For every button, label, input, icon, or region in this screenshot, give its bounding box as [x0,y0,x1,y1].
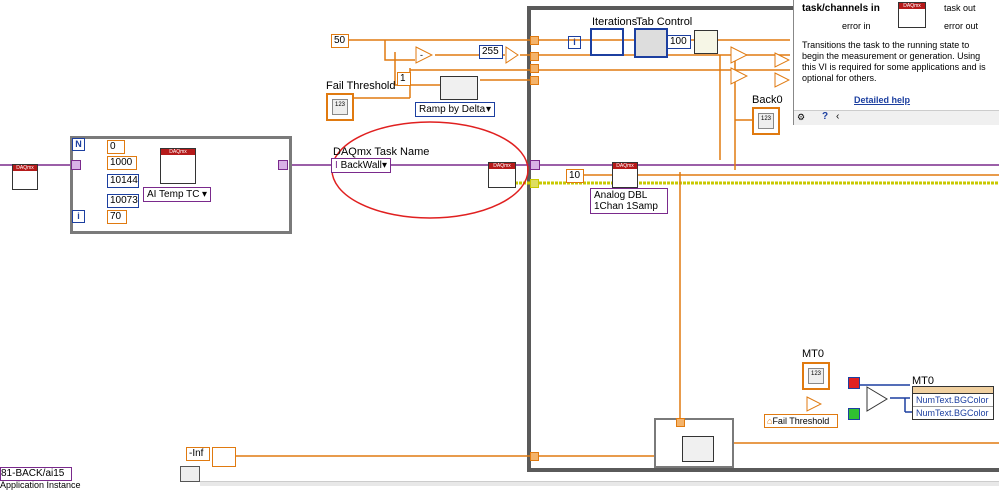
constant-1000[interactable]: 1000 [107,156,137,170]
daqmx-create-channel-vi[interactable]: DAQmx [160,148,196,184]
chevron-down-icon: ▾ [201,189,207,200]
help-toolbar: ⚙ ? ‹ [794,110,999,125]
iterations-label: Iterations [592,16,638,28]
multiply-node-right-1[interactable] [774,52,790,68]
ramp-by-delta-label: Ramp by Delta [419,104,486,115]
daqmx-vi-header: DAQmx [161,149,195,155]
ramp-by-delta-ring[interactable]: Ramp by Delta ▾ [415,102,495,117]
task-icon: I [335,160,338,171]
help-error-in: error in [842,21,871,31]
color-box-green[interactable] [848,408,860,420]
fail-threshold-label: Fail Threshold [326,80,396,92]
analog-dbl-line2: 1Chan 1Samp [594,201,658,212]
back0-label: Back0 [752,94,783,106]
for-loop-count-terminal[interactable]: N [72,138,85,151]
scroll-left-icon[interactable]: ‹ [836,111,839,122]
tunnel-3[interactable] [530,64,539,73]
help-terminal-title: task/channels in [802,3,880,14]
property-bgcolor-1[interactable]: NumText.BGColor [913,394,993,407]
tab-control-label: Tab Control [636,16,693,28]
horizontal-scrollbar[interactable] [200,481,999,486]
chevron-down-icon: ▾ [485,104,491,115]
select-node[interactable] [866,386,888,412]
backwall-task-constant[interactable]: I BackWall ▾ [331,158,391,173]
constant-10144[interactable]: 10144 [107,174,139,188]
constant-1[interactable]: 1 [397,72,411,86]
numeric-icon: 123 [758,113,774,129]
analog-dbl-line1: Analog DBL [594,190,648,201]
constant-10[interactable]: 10 [566,169,584,183]
constant-neg-inf[interactable]: -Inf [186,447,210,461]
subtract-node-right-2[interactable] [730,67,748,85]
build-array-node[interactable] [212,447,236,467]
tunnel-2[interactable] [530,52,539,61]
tab-control-terminal[interactable] [634,28,668,58]
iterations-indicator[interactable] [590,28,624,56]
shift-register-error[interactable] [530,179,539,188]
mt0-label-a: MT0 [802,348,824,360]
daqmx-start-task-vi[interactable]: DAQmx [488,162,516,188]
tunnel-bottom[interactable] [530,452,539,461]
constant-70[interactable]: 70 [107,210,127,224]
lock-icon[interactable]: ⚙ [797,112,805,123]
context-help-window[interactable]: task/channels in task out error in error… [793,0,999,125]
shift-register-right[interactable] [278,160,288,170]
color-box-red[interactable] [848,377,860,389]
daqmx-vi-header-start: DAQmx [489,163,515,169]
daqmx-task-vi-left[interactable]: DAQmx [12,164,38,190]
help-task-out: task out [944,3,976,13]
constant-0[interactable]: 0 [107,140,125,154]
backwall-label: BackWall [340,160,382,171]
daqmx-vi-header-help: DAQmx [899,3,925,9]
detailed-help-link[interactable]: Detailed help [854,95,910,105]
fail-threshold-local[interactable]: ⌂Fail Threshold [764,414,838,428]
mt0-indicator[interactable]: 123 [802,362,830,390]
daqmx-vi-header-read: DAQmx [613,163,637,169]
case-tunnel[interactable] [676,418,685,427]
chevron-down-icon: ▾ [381,160,387,171]
daqmx-vi-header-left: DAQmx [13,165,37,171]
wait-ms-vi[interactable] [694,30,718,54]
help-icon[interactable]: ? [822,111,828,122]
subtract-node-right-1[interactable] [730,46,748,64]
array-constant[interactable] [180,466,200,482]
multiply-node-top[interactable] [505,46,519,64]
iteration-terminal[interactable]: i [568,36,581,49]
numeric-icon: 123 [808,368,824,384]
constant-50[interactable]: 50 [331,34,349,48]
daqmx-read-vi[interactable]: DAQmx [612,162,638,188]
greater-node[interactable] [806,396,822,412]
for-loop-iteration-terminal[interactable]: i [72,210,85,223]
ai-temp-tc-ring[interactable]: AI Temp TC ▾ [143,187,211,202]
subtract-node[interactable]: - [415,46,433,64]
help-vi-icon: DAQmx [898,2,926,28]
shift-register-left[interactable] [71,160,81,170]
help-error-out: error out [944,21,979,31]
help-description: Transitions the task to the running stat… [802,40,986,83]
tunnel-4[interactable] [530,76,539,85]
tunnel-1[interactable] [530,36,539,45]
analog-dbl-ring[interactable]: Analog DBL 1Chan 1Samp [590,188,668,214]
numeric-icon: 123 [332,99,348,115]
channel-ref-constant[interactable]: 81-BACK/ai15 [0,467,72,481]
constant-100[interactable]: 100 [667,35,691,49]
app-instance-label: Application Instance [0,480,81,490]
constant-255[interactable]: 255 [479,45,503,59]
constant-10073[interactable]: 10073 [107,194,139,208]
ai-temp-tc-label: AI Temp TC [147,189,200,200]
ramp-vi[interactable] [440,76,478,100]
property-node[interactable]: NumText.BGColor NumText.BGColor [912,386,994,420]
fail-threshold-local-label: Fail Threshold [772,416,830,426]
fail-threshold-control[interactable]: 123 [326,93,354,121]
shift-register-task[interactable] [530,160,540,170]
format-vi[interactable] [682,436,714,462]
property-bgcolor-2[interactable]: NumText.BGColor [913,407,993,419]
property-node-header [913,387,993,394]
svg-text:-: - [420,50,423,60]
daqmx-task-name-label: DAQmx Task Name [333,146,430,158]
multiply-node-right-2[interactable] [774,72,790,88]
back0-indicator[interactable]: 123 [752,107,780,135]
